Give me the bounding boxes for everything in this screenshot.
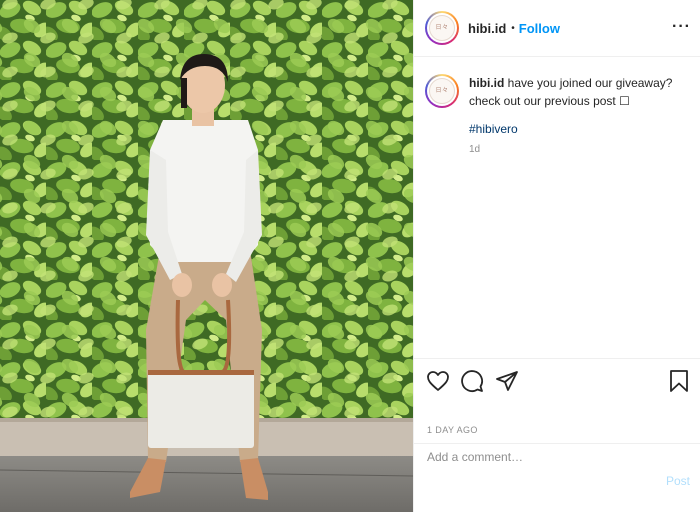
caption-emoji: ☐ <box>619 94 630 108</box>
comment-form: Post <box>414 443 700 512</box>
post-image <box>0 0 413 512</box>
hashtag-link[interactable]: #hibivero <box>469 122 689 136</box>
follow-button[interactable]: Follow <box>519 21 560 36</box>
post-date[interactable]: 1 DAY AGO <box>427 425 478 435</box>
share-icon[interactable] <box>495 369 519 393</box>
caption-avatar-logo-text: 日々 <box>435 87 449 94</box>
post-photo[interactable] <box>0 0 413 512</box>
bookmark-icon[interactable] <box>667 369 691 393</box>
comment-input[interactable] <box>427 447 627 467</box>
more-options-icon[interactable]: ··· <box>672 18 691 36</box>
avatar-logo-text: 日々 <box>435 24 449 31</box>
caption-timestamp[interactable]: 1d <box>469 144 689 155</box>
caption-username-link[interactable]: hibi.id <box>469 76 504 90</box>
post-header: 日々 hibi.id • Follow ··· <box>414 0 700 57</box>
author-avatar[interactable]: 日々 <box>425 11 459 45</box>
heart-icon[interactable] <box>426 369 450 393</box>
caption-body: hibi.id have you joined our giveaway? ch… <box>469 74 689 155</box>
comment-icon[interactable] <box>460 369 484 393</box>
post-comment-button[interactable]: Post <box>666 474 690 488</box>
author-username-link[interactable]: hibi.id <box>468 21 506 36</box>
post-sidebar: 日々 hibi.id • Follow ··· 日々 hibi.id have … <box>413 0 700 512</box>
caption: 日々 hibi.id have you joined our giveaway?… <box>425 74 690 155</box>
instagram-post: 日々 hibi.id • Follow ··· 日々 hibi.id have … <box>0 0 700 512</box>
header-separator: • <box>511 22 515 34</box>
action-bar <box>414 358 700 402</box>
caption-avatar[interactable]: 日々 <box>425 74 459 108</box>
caption-text: hibi.id have you joined our giveaway? ch… <box>469 74 689 110</box>
